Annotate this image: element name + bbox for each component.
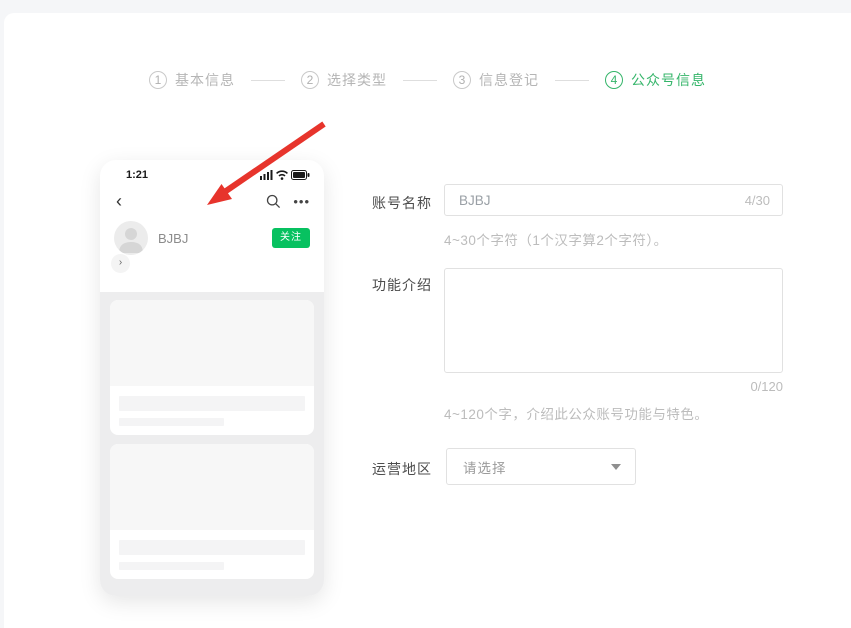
step-label: 选择类型 [327, 70, 387, 90]
feed-card-placeholder [110, 300, 314, 435]
signal-icon [260, 170, 273, 180]
step-label: 基本信息 [175, 70, 235, 90]
region-select[interactable]: 请选择 [446, 448, 636, 485]
step-number: 1 [149, 71, 167, 89]
phone-statusbar: 1:21 [100, 166, 324, 184]
avatar [114, 221, 148, 255]
account-name-label: 账号名称 [372, 193, 432, 213]
chevron-down-icon [611, 464, 621, 470]
account-name-helper: 4~30个字符（1个汉字算2个字符）。 [444, 229, 668, 249]
intro-counter: 0/120 [444, 379, 783, 394]
region-label: 运营地区 [372, 459, 432, 479]
account-name-input[interactable] [445, 193, 745, 208]
feed-card-placeholder [110, 444, 314, 579]
disclosure-chevron-icon: › [111, 254, 130, 273]
step-number: 3 [453, 71, 471, 89]
follow-button: 关注 [272, 228, 310, 248]
wifi-icon [276, 170, 288, 180]
status-time: 1:21 [126, 169, 148, 181]
account-profile-row: BJBJ 关注 [100, 218, 324, 258]
region-select-value: 请选择 [463, 457, 507, 477]
step-basic-info: 1 基本信息 [149, 70, 235, 90]
image-placeholder [110, 444, 314, 530]
main-panel: 1 基本信息 2 选择类型 3 信息登记 4 公众号信息 1:21 [4, 13, 851, 628]
intro-field-wrap [444, 268, 783, 373]
intro-helper: 4~120个字，介绍此公众账号功能与特色。 [444, 403, 708, 423]
step-number: 4 [605, 71, 623, 89]
more-icon: ••• [293, 195, 310, 208]
back-icon: ‹ [112, 192, 126, 210]
image-placeholder [110, 300, 314, 386]
step-connector [403, 80, 437, 81]
phone-navbar: ‹ ••• [100, 186, 324, 216]
step-account-info-active: 4 公众号信息 [605, 70, 706, 90]
text-placeholder [119, 562, 224, 570]
search-icon [266, 194, 281, 209]
phone-feed-area [100, 292, 324, 596]
account-name-preview: BJBJ [158, 231, 272, 246]
battery-icon [291, 170, 310, 180]
step-info-register: 3 信息登记 [453, 70, 539, 90]
step-select-type: 2 选择类型 [301, 70, 387, 90]
intro-textarea[interactable] [445, 269, 782, 372]
account-name-counter: 4/30 [745, 193, 782, 208]
step-label: 信息登记 [479, 70, 539, 90]
step-label: 公众号信息 [631, 70, 706, 90]
step-connector [251, 80, 285, 81]
step-connector [555, 80, 589, 81]
intro-label: 功能介绍 [372, 275, 432, 295]
account-name-field-wrap: 4/30 [444, 184, 783, 216]
phone-preview: 1:21 ‹ [100, 160, 324, 596]
status-icons [260, 170, 310, 180]
step-wizard: 1 基本信息 2 选择类型 3 信息登记 4 公众号信息 [4, 70, 851, 90]
text-placeholder [119, 418, 224, 426]
person-icon [114, 221, 148, 255]
step-number: 2 [301, 71, 319, 89]
text-placeholder [119, 540, 305, 555]
text-placeholder [119, 396, 305, 411]
